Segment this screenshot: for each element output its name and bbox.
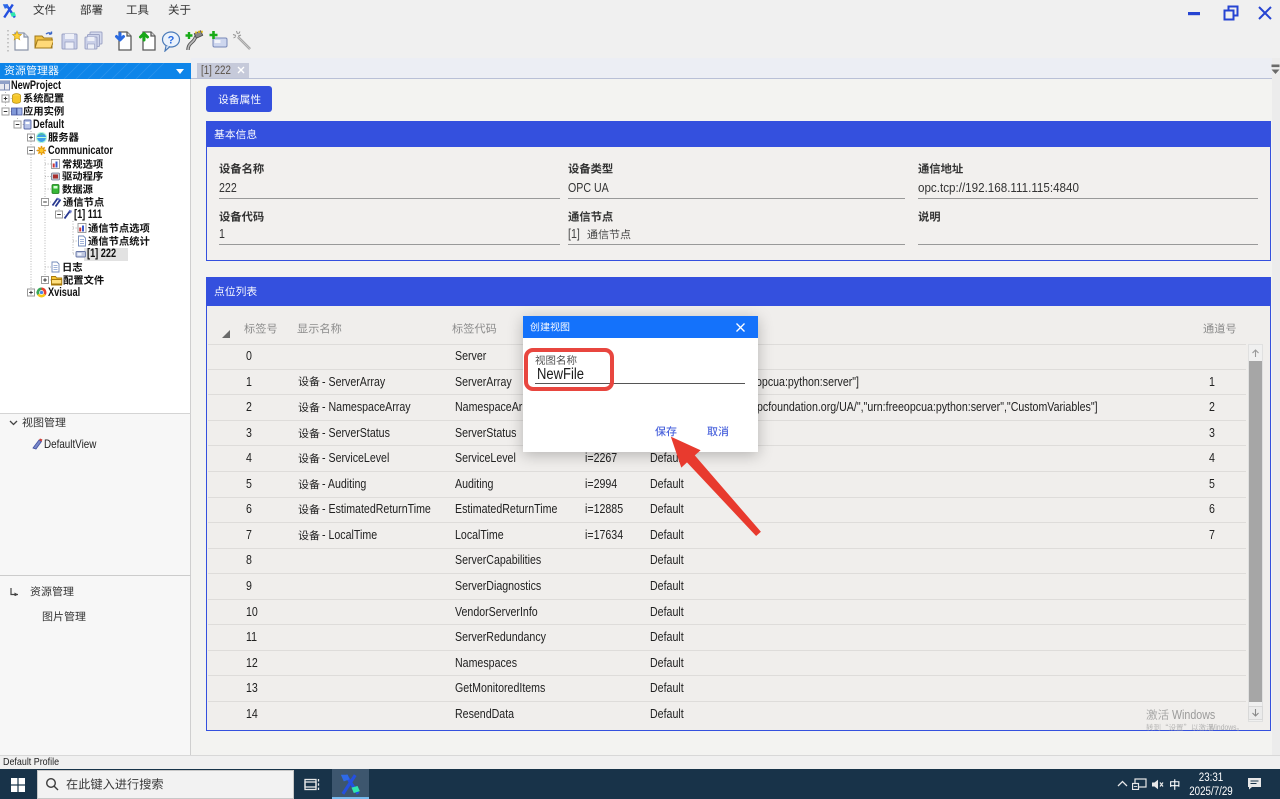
svg-text:?: ? [168, 35, 175, 47]
